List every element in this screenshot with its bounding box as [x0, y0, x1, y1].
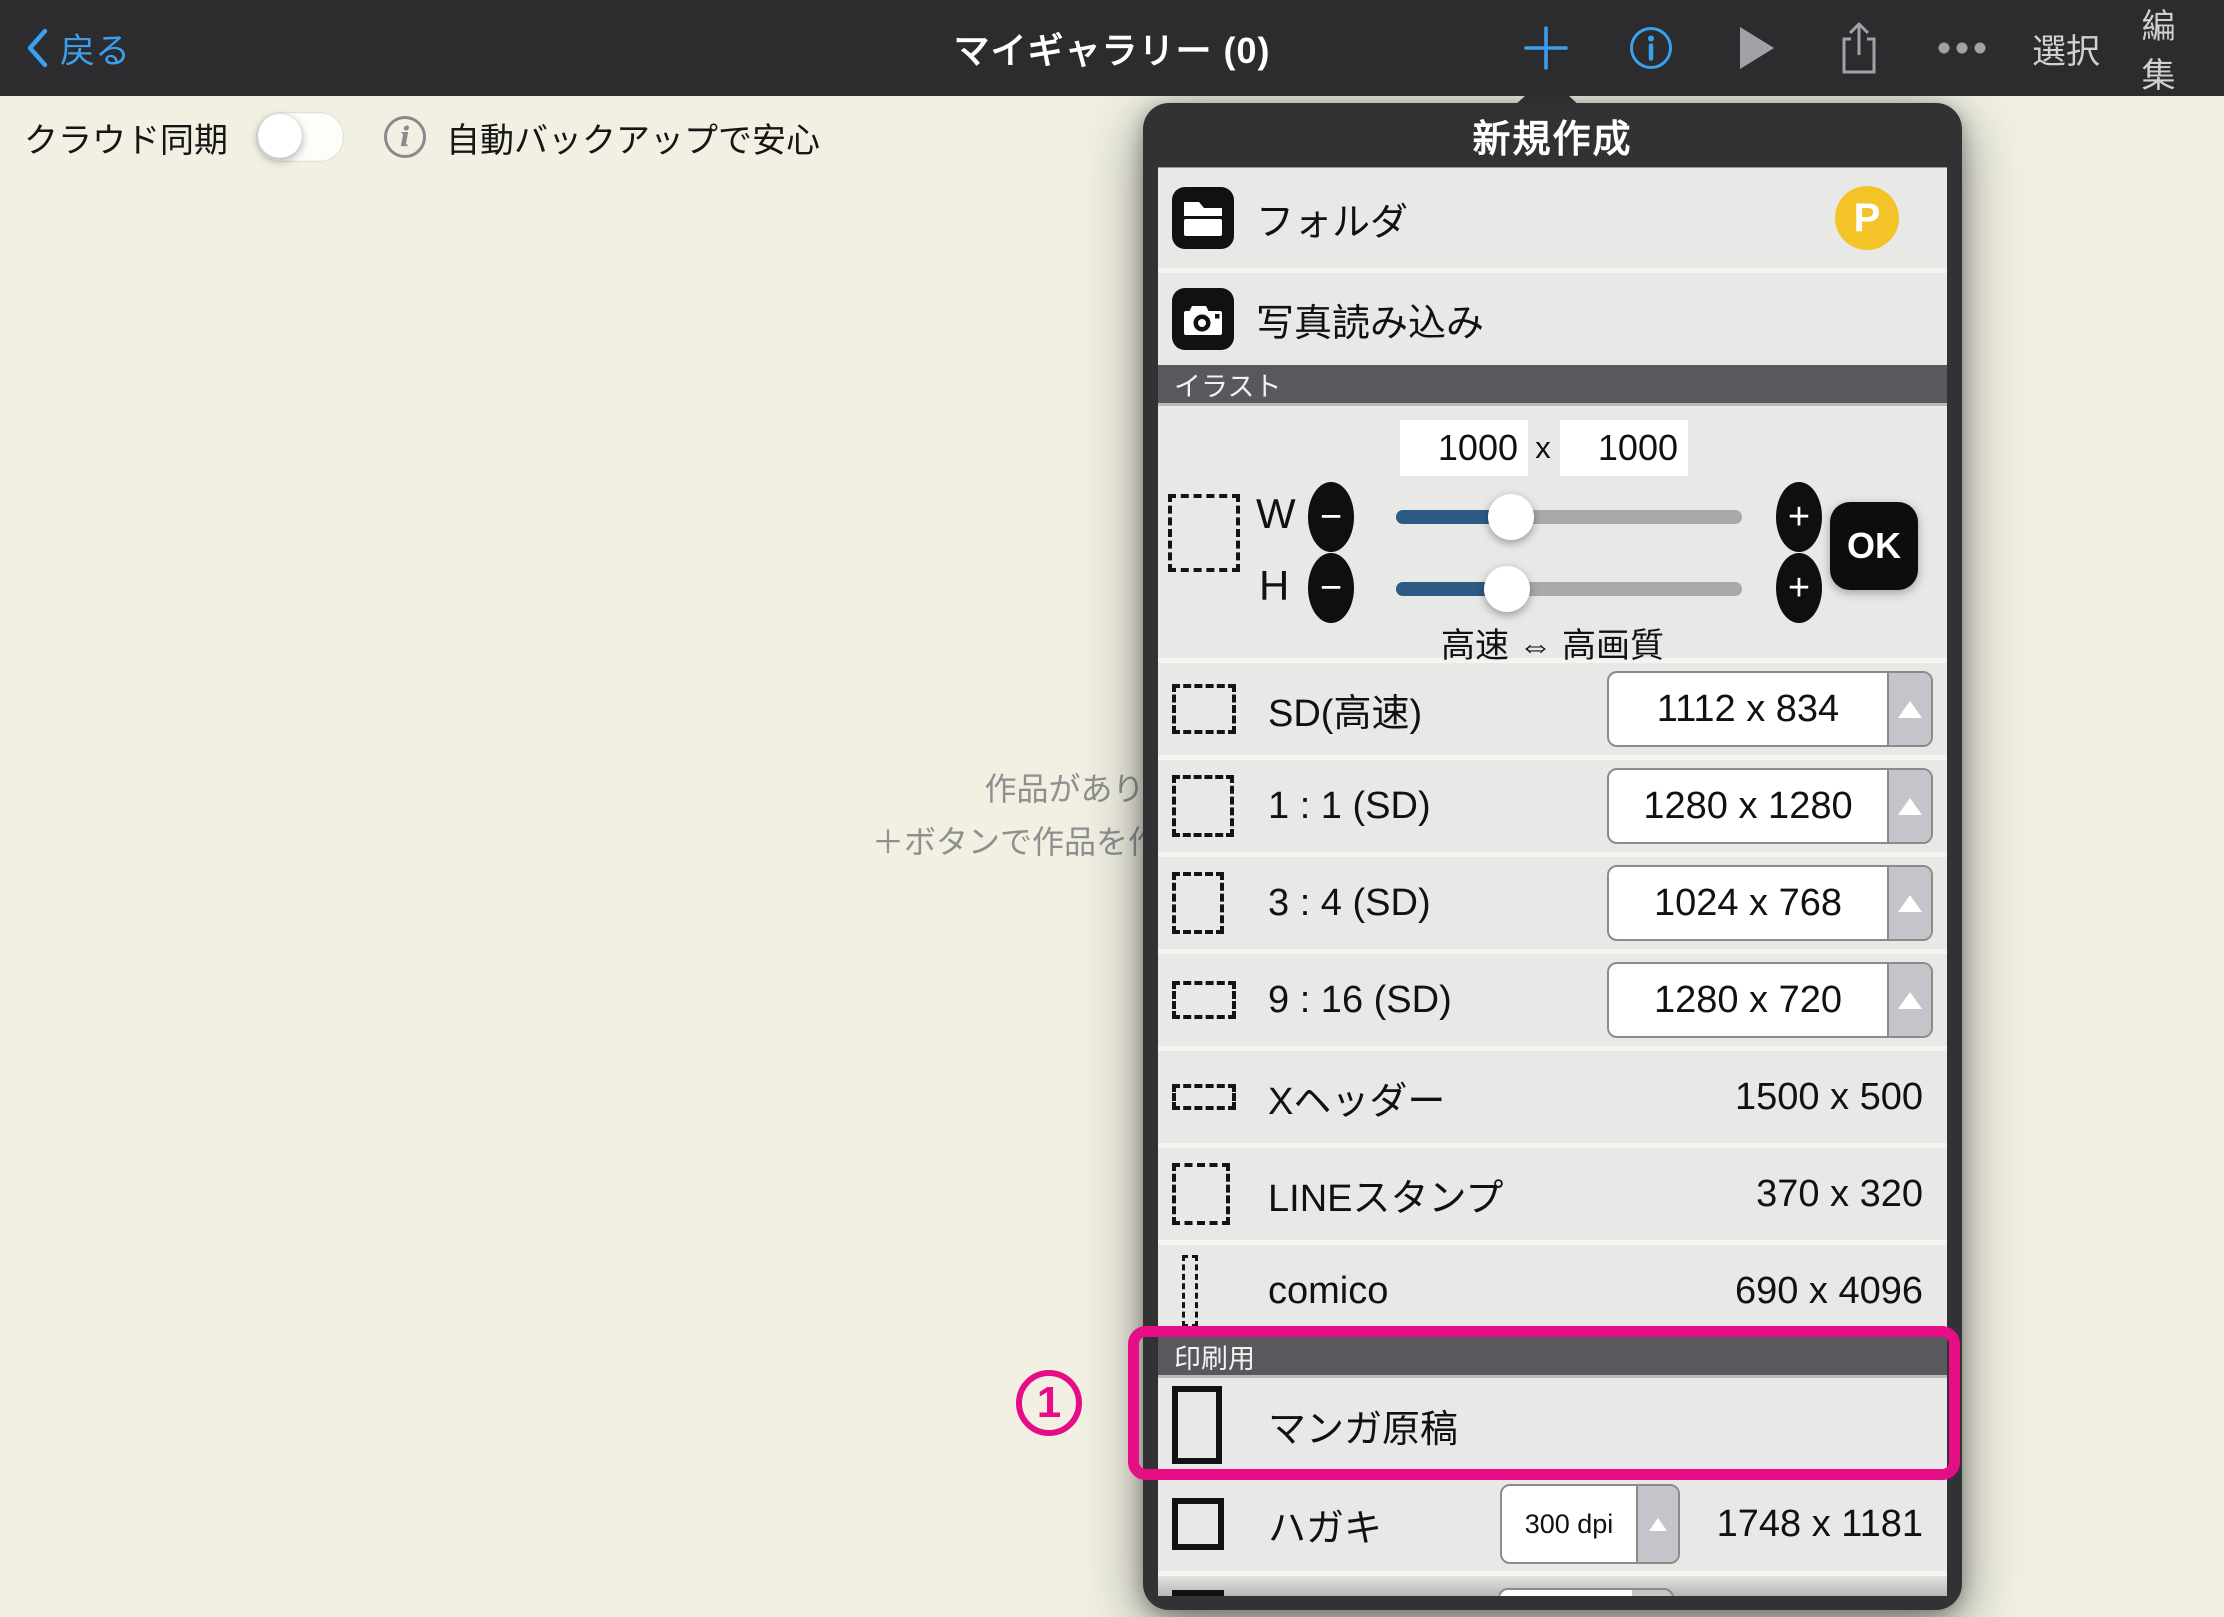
width-slider[interactable]: [1396, 510, 1742, 524]
aspect-ratio-icon: [1182, 1255, 1198, 1327]
preset-row-1-1-sd[interactable]: 1 : 1 (SD) 1280 x 1280: [1158, 755, 1947, 852]
folder-label: フォルダ: [1256, 191, 1408, 246]
dpi-value-box: [1498, 1588, 1674, 1596]
highlight-box: [1128, 1326, 1960, 1480]
triangle-up-icon: [1649, 1518, 1667, 1531]
add-button[interactable]: [1522, 0, 1570, 96]
preset-row-partial[interactable]: [1158, 1571, 1947, 1596]
width-input[interactable]: 1000: [1400, 420, 1528, 476]
plus-icon: [1522, 24, 1570, 72]
cloud-sync-hint: 自動バックアップで安心: [446, 113, 820, 162]
toggle-knob: [258, 114, 302, 158]
ellipsis-icon: [1936, 40, 1988, 56]
ok-button[interactable]: OK: [1830, 502, 1918, 590]
page-icon: [1172, 1590, 1224, 1596]
preset-row-3-4-sd[interactable]: 3 : 4 (SD) 1024 x 768: [1158, 852, 1947, 949]
play-button[interactable]: [1739, 0, 1775, 96]
share-button[interactable]: [1837, 0, 1881, 96]
speed-quality-hint: 高速 ⇔ 高画質: [1158, 618, 1947, 667]
size-value-box[interactable]: 1112 x 834: [1607, 671, 1933, 747]
aspect-ratio-icon: [1172, 684, 1236, 734]
height-input[interactable]: 1000: [1560, 420, 1688, 476]
size-x-separator: x: [1528, 430, 1558, 466]
cloud-sync-label: クラウド同期: [24, 113, 228, 162]
top-bar: 戻る マイギャラリー (0) 選択 編集: [0, 0, 2224, 96]
width-decrease-button[interactable]: −: [1308, 482, 1354, 552]
stepper-up-button[interactable]: [1887, 964, 1931, 1036]
preset-row-x-header[interactable]: Xヘッダー 1500 x 500: [1158, 1046, 1947, 1143]
height-decrease-button[interactable]: −: [1308, 553, 1354, 623]
section-header-illustration: イラスト: [1158, 365, 1947, 406]
size-editor: 1000 x 1000 W H − + − + OK 高速 ⇔ 高画質: [1158, 406, 1947, 658]
stepper-up-button[interactable]: [1636, 1486, 1678, 1562]
aspect-ratio-icon: [1172, 775, 1234, 837]
canvas-aspect-icon: [1168, 494, 1240, 572]
triangle-up-icon: [1898, 701, 1922, 718]
triangle-up-icon: [1898, 895, 1922, 912]
triangle-up-icon: [1898, 798, 1922, 815]
aspect-ratio-icon: [1172, 981, 1236, 1019]
annotation-circle-1: 1: [1016, 1370, 1082, 1436]
aspect-ratio-icon: [1172, 1163, 1230, 1225]
size-value: 1500 x 500: [1735, 1076, 1923, 1119]
annotation-number: 1: [1037, 1378, 1061, 1428]
size-value-box[interactable]: 1280 x 720: [1607, 962, 1933, 1038]
height-axis-label: H: [1259, 562, 1289, 610]
stepper-up-button[interactable]: [1887, 867, 1931, 939]
select-button[interactable]: 選択: [2032, 0, 2100, 96]
preset-row-comico[interactable]: comico 690 x 4096: [1158, 1240, 1947, 1337]
menu-item-folder[interactable]: フォルダ P: [1158, 168, 1947, 268]
premium-badge: P: [1835, 186, 1899, 250]
triangle-up-icon: [1898, 992, 1922, 1009]
postcard-icon: [1172, 1498, 1224, 1550]
stepper-up-button[interactable]: [1887, 673, 1931, 745]
dpi-value-box[interactable]: 300 dpi: [1500, 1484, 1680, 1564]
photo-import-label: 写真読み込み: [1256, 292, 1484, 347]
backup-info-icon[interactable]: i: [384, 116, 426, 158]
folder-icon: [1172, 187, 1234, 249]
more-button[interactable]: [1936, 0, 1988, 96]
preset-row-hagaki[interactable]: ハガキ 300 dpi 1748 x 1181: [1158, 1472, 1947, 1571]
width-slider-thumb[interactable]: [1488, 494, 1534, 540]
size-value: 1748 x 1181: [1717, 1503, 1923, 1546]
height-increase-button[interactable]: +: [1776, 553, 1822, 623]
size-value: 370 x 320: [1756, 1173, 1923, 1216]
play-icon: [1739, 26, 1775, 70]
preset-row-line-stamp[interactable]: LINEスタンプ 370 x 320: [1158, 1143, 1947, 1240]
camera-icon: [1172, 288, 1234, 350]
info-icon: [1628, 25, 1674, 71]
size-value: 690 x 4096: [1735, 1270, 1923, 1313]
preset-row-sd-fast[interactable]: SD(高速) 1112 x 834: [1158, 658, 1947, 755]
size-value-box[interactable]: 1024 x 768: [1607, 865, 1933, 941]
info-button[interactable]: [1628, 0, 1674, 96]
stepper-up-button[interactable]: [1887, 770, 1931, 842]
width-increase-button[interactable]: +: [1776, 482, 1822, 552]
height-slider[interactable]: [1396, 582, 1742, 596]
width-axis-label: W: [1256, 490, 1296, 538]
cloud-sync-toggle[interactable]: [256, 112, 344, 162]
popup-title: 新規作成: [1158, 103, 1947, 167]
menu-item-photo-import[interactable]: 写真読み込み: [1158, 268, 1947, 365]
share-icon: [1837, 20, 1881, 76]
aspect-ratio-icon: [1172, 872, 1224, 934]
edit-button[interactable]: 編集: [2142, 0, 2197, 96]
size-value-box[interactable]: 1280 x 1280: [1607, 768, 1933, 844]
aspect-ratio-icon: [1172, 1084, 1236, 1110]
page-title: マイギャラリー (0): [0, 0, 2224, 96]
preset-row-9-16-sd[interactable]: 9 : 16 (SD) 1280 x 720: [1158, 949, 1947, 1046]
cloud-sync-bar: クラウド同期 i 自動バックアップで安心: [0, 96, 820, 178]
height-slider-thumb[interactable]: [1484, 566, 1530, 612]
